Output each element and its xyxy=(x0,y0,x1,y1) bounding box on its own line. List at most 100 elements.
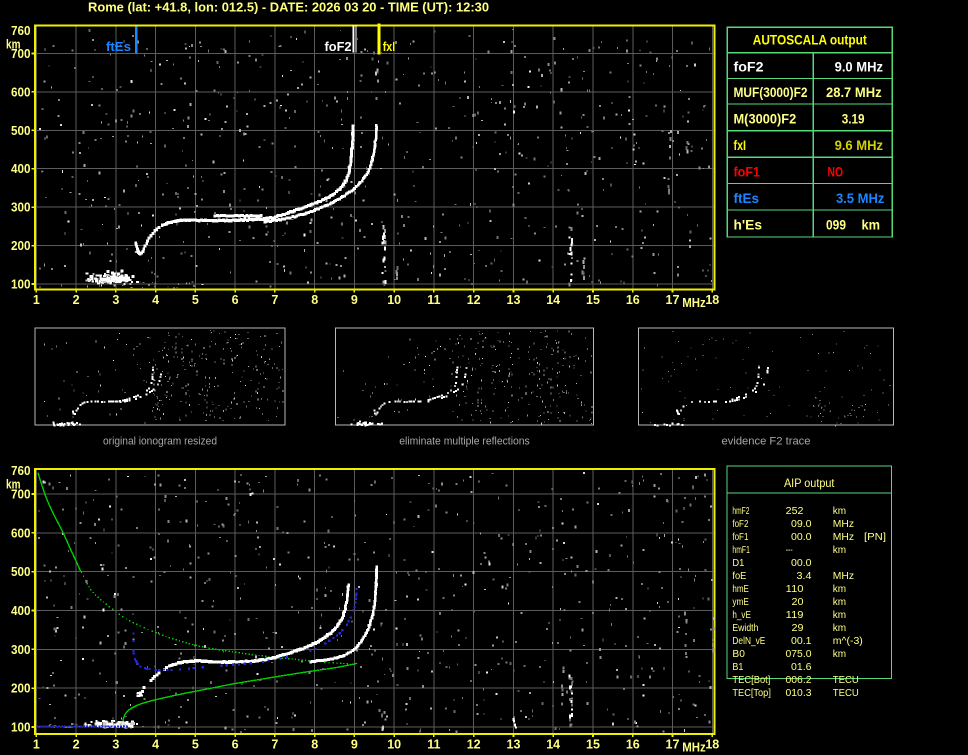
svg-text:TECU: TECU xyxy=(833,675,859,686)
svg-text:00.1: 00.1 xyxy=(791,636,812,647)
svg-text:760: 760 xyxy=(11,24,31,38)
svg-text:100: 100 xyxy=(11,721,31,735)
svg-text:h_vE: h_vE xyxy=(732,610,751,621)
svg-text:9: 9 xyxy=(351,738,358,752)
svg-text:17: 17 xyxy=(666,293,680,307)
svg-text:MHz: MHz xyxy=(682,741,706,755)
svg-text:6: 6 xyxy=(232,738,239,752)
svg-text:6: 6 xyxy=(232,293,239,307)
svg-text:099: 099 xyxy=(826,218,846,233)
svg-text:400: 400 xyxy=(11,162,31,176)
svg-text:foF2: foF2 xyxy=(732,519,748,530)
svg-text:ftEs: ftEs xyxy=(106,40,131,54)
svg-text:ymE: ymE xyxy=(732,597,749,608)
svg-text:300: 300 xyxy=(11,643,31,657)
svg-text:MHz: MHz xyxy=(833,519,854,530)
svg-text:foF2: foF2 xyxy=(734,60,764,75)
svg-text:km: km xyxy=(833,584,846,595)
svg-text:MHz: MHz xyxy=(833,571,854,582)
svg-text:Rome (lat: +41.8, lon: 012.5): Rome (lat: +41.8, lon: 012.5) - DATE: 20… xyxy=(88,0,489,15)
svg-text:29: 29 xyxy=(792,623,804,634)
svg-text:km: km xyxy=(6,478,21,492)
svg-text:4: 4 xyxy=(152,293,159,307)
svg-text:3.19: 3.19 xyxy=(842,111,865,126)
svg-text:075.0: 075.0 xyxy=(786,649,812,660)
svg-text:eliminate multiple reflections: eliminate multiple reflections xyxy=(399,436,530,448)
svg-text:14: 14 xyxy=(546,293,560,307)
svg-text:AUTOSCALA output: AUTOSCALA output xyxy=(753,33,867,48)
svg-text:---: --- xyxy=(786,545,793,556)
svg-text:TEC[Top]: TEC[Top] xyxy=(732,688,771,699)
svg-text:12: 12 xyxy=(467,293,481,307)
svg-text:3: 3 xyxy=(112,293,119,307)
svg-text:2: 2 xyxy=(73,738,80,752)
svg-text:7: 7 xyxy=(271,293,278,307)
svg-text:12: 12 xyxy=(467,738,481,752)
svg-text:original ionogram resized: original ionogram resized xyxy=(103,436,217,448)
svg-text:010.3: 010.3 xyxy=(786,688,812,699)
svg-text:1: 1 xyxy=(33,293,40,307)
svg-text:foF1: foF1 xyxy=(734,164,761,179)
svg-text:11: 11 xyxy=(427,738,440,752)
svg-text:km: km xyxy=(833,623,846,634)
svg-text:9: 9 xyxy=(351,293,358,307)
svg-text:01.6: 01.6 xyxy=(791,662,812,673)
svg-text:09.0: 09.0 xyxy=(791,519,812,530)
svg-text:1: 1 xyxy=(33,738,40,752)
svg-text:M(3000)F2: M(3000)F2 xyxy=(734,111,797,126)
svg-text:3: 3 xyxy=(112,738,119,752)
svg-text:B0: B0 xyxy=(732,649,745,660)
svg-text:2: 2 xyxy=(73,293,80,307)
svg-text:252: 252 xyxy=(786,506,804,517)
svg-text:evidence F2 trace: evidence F2 trace xyxy=(722,436,811,448)
svg-text:13: 13 xyxy=(507,293,521,307)
svg-text:TECU: TECU xyxy=(833,688,859,699)
svg-text:10: 10 xyxy=(387,293,401,307)
svg-text:15: 15 xyxy=(586,293,600,307)
svg-text:DelN_vE: DelN_vE xyxy=(732,636,765,647)
svg-text:400: 400 xyxy=(11,604,31,618)
svg-text:5: 5 xyxy=(192,293,199,307)
svg-text:15: 15 xyxy=(586,738,600,752)
svg-text:km: km xyxy=(833,597,846,608)
svg-text:km: km xyxy=(833,506,846,517)
svg-text:18: 18 xyxy=(705,738,719,752)
svg-text:hmF1: hmF1 xyxy=(732,545,750,556)
svg-text:17: 17 xyxy=(666,738,680,752)
svg-text:110: 110 xyxy=(786,584,804,595)
svg-text:km: km xyxy=(833,545,846,556)
svg-text:00.0: 00.0 xyxy=(791,558,812,569)
svg-text:foF1: foF1 xyxy=(732,532,748,543)
svg-text:fxI: fxI xyxy=(383,40,396,54)
svg-text:km: km xyxy=(862,218,881,233)
svg-text:006.2: 006.2 xyxy=(786,675,812,686)
svg-text:D1: D1 xyxy=(732,558,744,569)
svg-text:B1: B1 xyxy=(732,662,743,673)
svg-text:10: 10 xyxy=(387,738,401,752)
svg-text:km: km xyxy=(833,649,846,660)
svg-text:9.0 MHz: 9.0 MHz xyxy=(835,60,884,75)
svg-text:200: 200 xyxy=(11,682,31,696)
svg-text:AIP output: AIP output xyxy=(784,478,835,490)
svg-text:MHz: MHz xyxy=(682,296,706,310)
svg-text:MUF(3000)F2: MUF(3000)F2 xyxy=(734,85,808,100)
svg-text:3.4: 3.4 xyxy=(797,571,812,582)
svg-text:100: 100 xyxy=(11,278,31,292)
svg-text:ftEs: ftEs xyxy=(734,191,760,206)
svg-text:760: 760 xyxy=(11,464,31,478)
svg-text:600: 600 xyxy=(11,526,31,540)
svg-text:500: 500 xyxy=(11,565,31,579)
svg-text:km: km xyxy=(6,37,21,51)
svg-text:h'Es: h'Es xyxy=(734,218,763,233)
svg-text:8: 8 xyxy=(311,738,318,752)
svg-text:fxI: fxI xyxy=(734,138,747,153)
svg-text:hmE: hmE xyxy=(732,584,749,595)
svg-text:00.0: 00.0 xyxy=(791,532,812,543)
svg-text:foE: foE xyxy=(732,571,746,582)
svg-text:3.5 MHz: 3.5 MHz xyxy=(836,191,885,206)
svg-text:18: 18 xyxy=(705,293,719,307)
svg-text:8: 8 xyxy=(311,293,318,307)
svg-text:13: 13 xyxy=(507,738,521,752)
svg-text:Ewidth: Ewidth xyxy=(732,623,758,634)
svg-text:500: 500 xyxy=(11,124,31,138)
